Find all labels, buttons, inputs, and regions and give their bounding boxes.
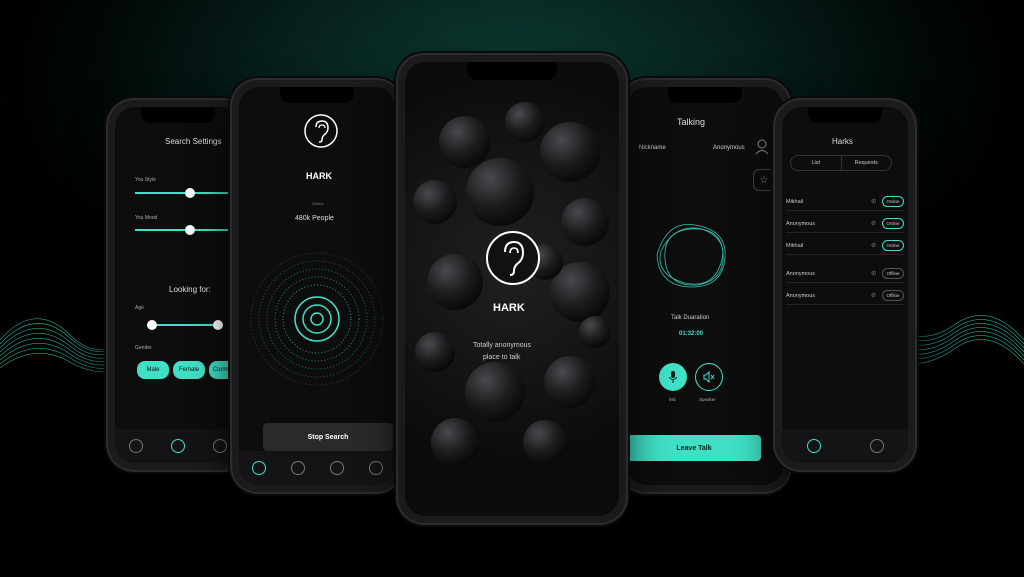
search-radar (250, 252, 384, 386)
tab-list[interactable]: List (791, 156, 842, 170)
list-item-name: Anonymous (786, 220, 816, 227)
harks-title: Harks (832, 137, 853, 146)
user-icon[interactable] (368, 461, 383, 475)
status-badge: Offline (882, 290, 904, 301)
speaker-icon (703, 371, 715, 383)
phone-notch (141, 107, 215, 123)
status-badge: Offline (882, 268, 904, 279)
mic-icon (668, 371, 678, 383)
list-item-name: Mikhail (786, 198, 804, 205)
tagline-line-1: Totally anonymous (473, 342, 531, 349)
speaker-button[interactable] (695, 363, 723, 391)
style-slider-knob[interactable] (185, 188, 195, 198)
splash-app-name: HARK (493, 302, 525, 314)
list-item[interactable]: Mikhail ✆ Online (786, 193, 904, 211)
bubbles-background (413, 102, 611, 466)
call-icon: ✆ (871, 292, 876, 299)
ear-icon (486, 231, 540, 285)
phone-talking: Talking Nickname Anonymous ☆ Talk Duarat… (620, 80, 790, 492)
phone-hark-search: HARK Online 480k People Stop Search (232, 80, 402, 492)
looking-for-label: Looking for: (169, 285, 211, 294)
list-item[interactable]: Anonymous ✆ Offline (786, 287, 904, 305)
phone-notch (280, 87, 354, 103)
gender-male-button[interactable]: Male (137, 361, 169, 379)
ear-icon[interactable] (129, 439, 143, 453)
phone-notch (808, 107, 882, 123)
tagline-line-2: place to talk (483, 354, 521, 361)
bottom-nav (239, 451, 395, 485)
call-icon: ✆ (871, 198, 876, 205)
speaker-label: Speaker (699, 397, 716, 402)
mood-slider-knob[interactable] (185, 225, 195, 235)
call-icon: ✆ (871, 220, 876, 227)
style-label: You Style (135, 177, 156, 183)
star-icon: ☆ (759, 174, 769, 186)
star-icon[interactable] (329, 461, 344, 475)
star-icon[interactable] (806, 439, 821, 453)
search-settings-title: Search Settings (165, 137, 222, 146)
bottom-nav (782, 429, 908, 463)
online-status: Online (312, 201, 324, 206)
gender-label: Gender (135, 345, 152, 351)
stop-search-button[interactable]: Stop Search (263, 423, 393, 451)
bottom-nav (115, 429, 241, 463)
age-slider[interactable] (147, 324, 217, 326)
harks-tabs: List Requests (790, 155, 892, 171)
status-badge: Online (882, 240, 904, 251)
people-count: 480k People (295, 215, 334, 222)
app-name: HARK (306, 171, 332, 181)
mood-label: You Mood (135, 215, 158, 221)
list-item-name: Anonymous (786, 292, 816, 299)
age-max-knob[interactable] (213, 320, 223, 330)
list-item-name: Anonymous (786, 270, 816, 277)
voice-visualizer (656, 223, 726, 288)
leave-talk-button[interactable]: Leave Talk (627, 435, 761, 461)
phone-splash: HARK Totally anonymous place to talk (398, 55, 626, 523)
age-min-knob[interactable] (147, 320, 157, 330)
duration-label: Talk Duaration (671, 315, 710, 321)
phone-notch (467, 62, 557, 80)
list-item-name: Mikhail (786, 242, 804, 249)
user-icon (755, 139, 769, 155)
phone-harks-list: Harks List Requests Mikhail ✆ Online Anony… (775, 100, 915, 470)
call-icon: ✆ (871, 242, 876, 249)
list-item[interactable]: Anonymous ✆ Offline (786, 265, 904, 283)
phone-search-settings: Search Settings You Style You Mood Looki… (108, 100, 248, 470)
gender-female-button[interactable]: Female (173, 361, 205, 379)
fingerprint-icon[interactable] (171, 439, 185, 453)
anonymous-label: Anonymous (713, 145, 745, 151)
status-badge: Online (882, 196, 904, 207)
list-item[interactable]: Mikhail ✆ Online (786, 237, 904, 255)
nickname-label: Nickname (639, 145, 666, 151)
ear-icon (304, 114, 338, 148)
status-badge: Online (882, 218, 904, 229)
star-icon[interactable] (213, 439, 227, 453)
mic-button[interactable] (659, 363, 687, 391)
showcase-stage: Search Settings You Style You Mood Looki… (0, 0, 1024, 577)
list-item[interactable]: Anonymous ✆ Online (786, 215, 904, 233)
call-icon: ✆ (871, 270, 876, 277)
talking-title: Talking (677, 117, 706, 127)
ear-icon[interactable] (251, 461, 266, 475)
duration-value: 01:32:00 (679, 331, 704, 337)
tab-requests[interactable]: Requests (842, 156, 892, 170)
mic-label: Mic (669, 397, 676, 402)
favorite-button[interactable]: ☆ (753, 169, 775, 191)
fingerprint-icon[interactable] (290, 461, 305, 475)
user-icon[interactable] (869, 439, 884, 453)
age-label: Age (135, 305, 144, 311)
phone-notch (668, 87, 742, 103)
